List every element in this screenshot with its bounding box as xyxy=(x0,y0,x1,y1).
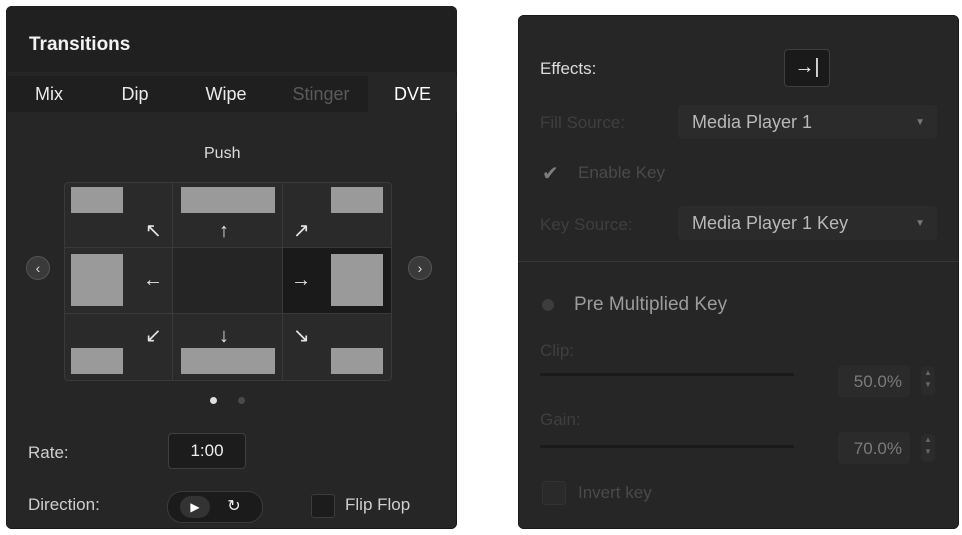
rate-input[interactable]: 1:00 xyxy=(168,433,246,469)
enable-key-label: Enable Key xyxy=(578,163,665,182)
checkmark-icon[interactable]: ✔ xyxy=(542,161,559,186)
arrow-right-icon: → xyxy=(291,269,311,291)
clip-input[interactable]: 50.0% xyxy=(838,365,910,397)
transitions-panel: Transitions Mix Dip Wipe Stinger DVE Pus… xyxy=(6,6,457,529)
arrow-down-icon: ↓ xyxy=(219,325,229,347)
chevron-down-icon: ▼ xyxy=(915,218,925,229)
page-dot[interactable] xyxy=(238,397,245,404)
invert-key-label: Invert key xyxy=(578,483,652,502)
clip-slider[interactable] xyxy=(540,373,794,376)
key-source-value: Media Player 1 Key xyxy=(692,213,849,233)
thumb xyxy=(71,348,123,374)
thumb xyxy=(181,348,275,374)
prev-effect-button[interactable]: ‹ xyxy=(26,256,50,280)
thumb xyxy=(331,187,383,213)
thumb xyxy=(71,254,123,306)
effects-label: Effects: xyxy=(540,59,597,78)
rate-label: Rate: xyxy=(28,443,69,462)
chevron-right-icon: › xyxy=(417,260,423,276)
clip-value: 50.0% xyxy=(853,372,902,391)
invert-key-checkbox[interactable] xyxy=(542,481,566,505)
arrow-left-icon: ← xyxy=(143,269,163,291)
fly-key-button[interactable]: →| xyxy=(784,49,830,87)
reverse-icon[interactable]: ↻ xyxy=(216,496,252,518)
arrow-up-icon: ↑ xyxy=(219,220,229,242)
transition-tabs: Mix Dip Wipe Stinger DVE xyxy=(6,76,457,112)
direction-down-left[interactable]: ↙ xyxy=(65,314,173,380)
gain-slider[interactable] xyxy=(540,445,794,448)
thumb xyxy=(331,348,383,374)
arrow-down-left-icon: ↙ xyxy=(145,325,162,347)
chevron-down-icon: ▼ xyxy=(915,117,925,128)
flip-flop-checkbox[interactable] xyxy=(311,494,335,518)
direction-toggle[interactable]: ▶ ↻ xyxy=(167,491,263,523)
arrow-right-to-bar-icon: →| xyxy=(794,56,820,78)
effect-name: Push xyxy=(204,145,241,162)
gain-value: 70.0% xyxy=(853,439,902,458)
key-settings-panel: Effects: →| Fill Source: Media Player 1 … xyxy=(518,15,959,529)
arrow-up-left-icon: ↖ xyxy=(145,220,162,242)
fill-source-dropdown[interactable]: Media Player 1 ▼ xyxy=(678,105,937,139)
fill-source-label: Fill Source: xyxy=(540,113,626,132)
next-effect-button[interactable]: › xyxy=(408,256,432,280)
tab-dip[interactable]: Dip xyxy=(92,76,178,112)
direction-down[interactable]: ↓ xyxy=(173,314,283,380)
tab-dve[interactable]: DVE xyxy=(368,76,457,112)
direction-left[interactable]: ← xyxy=(65,248,173,314)
panel-header: Transitions xyxy=(6,6,457,72)
gain-input[interactable]: 70.0% xyxy=(838,432,910,464)
direction-right-selected[interactable]: → xyxy=(283,248,391,314)
thumb xyxy=(181,187,275,213)
gain-stepper[interactable]: ▲ ▼ xyxy=(921,434,935,462)
pre-multiplied-label: Pre Multiplied Key xyxy=(574,294,728,315)
tab-mix[interactable]: Mix xyxy=(6,76,92,112)
arrow-down-right-icon: ↘ xyxy=(293,325,310,347)
divider xyxy=(518,261,959,262)
arrow-up-right-icon: ↗ xyxy=(293,220,310,242)
direction-up-right[interactable]: ↗ xyxy=(283,183,391,248)
direction-grid: ↖ ↑ ↗ ← → ↙ ↓ ↘ xyxy=(64,182,392,381)
direction-down-right[interactable]: ↘ xyxy=(283,314,391,380)
key-source-label: Key Source: xyxy=(540,215,633,234)
direction-up-left[interactable]: ↖ xyxy=(65,183,173,248)
thumb xyxy=(71,187,123,213)
key-source-dropdown[interactable]: Media Player 1 Key ▼ xyxy=(678,206,937,240)
tab-stinger: Stinger xyxy=(292,84,350,104)
gain-label: Gain: xyxy=(540,410,581,429)
clip-label: Clip: xyxy=(540,341,575,360)
pre-multiplied-radio[interactable] xyxy=(542,299,554,311)
direction-up[interactable]: ↑ xyxy=(173,183,283,248)
chevron-left-icon: ‹ xyxy=(35,260,41,276)
clip-stepper[interactable]: ▲ ▼ xyxy=(921,367,935,395)
page-dot-active[interactable] xyxy=(210,397,217,404)
thumb xyxy=(331,254,383,306)
direction-center xyxy=(173,248,283,314)
tab-wipe[interactable]: Wipe xyxy=(178,76,274,112)
panel-title: Transitions xyxy=(29,34,131,55)
play-icon[interactable]: ▶ xyxy=(180,496,210,518)
direction-label: Direction: xyxy=(28,495,100,514)
flip-flop-label: Flip Flop xyxy=(345,495,411,514)
fill-source-value: Media Player 1 xyxy=(692,112,813,132)
